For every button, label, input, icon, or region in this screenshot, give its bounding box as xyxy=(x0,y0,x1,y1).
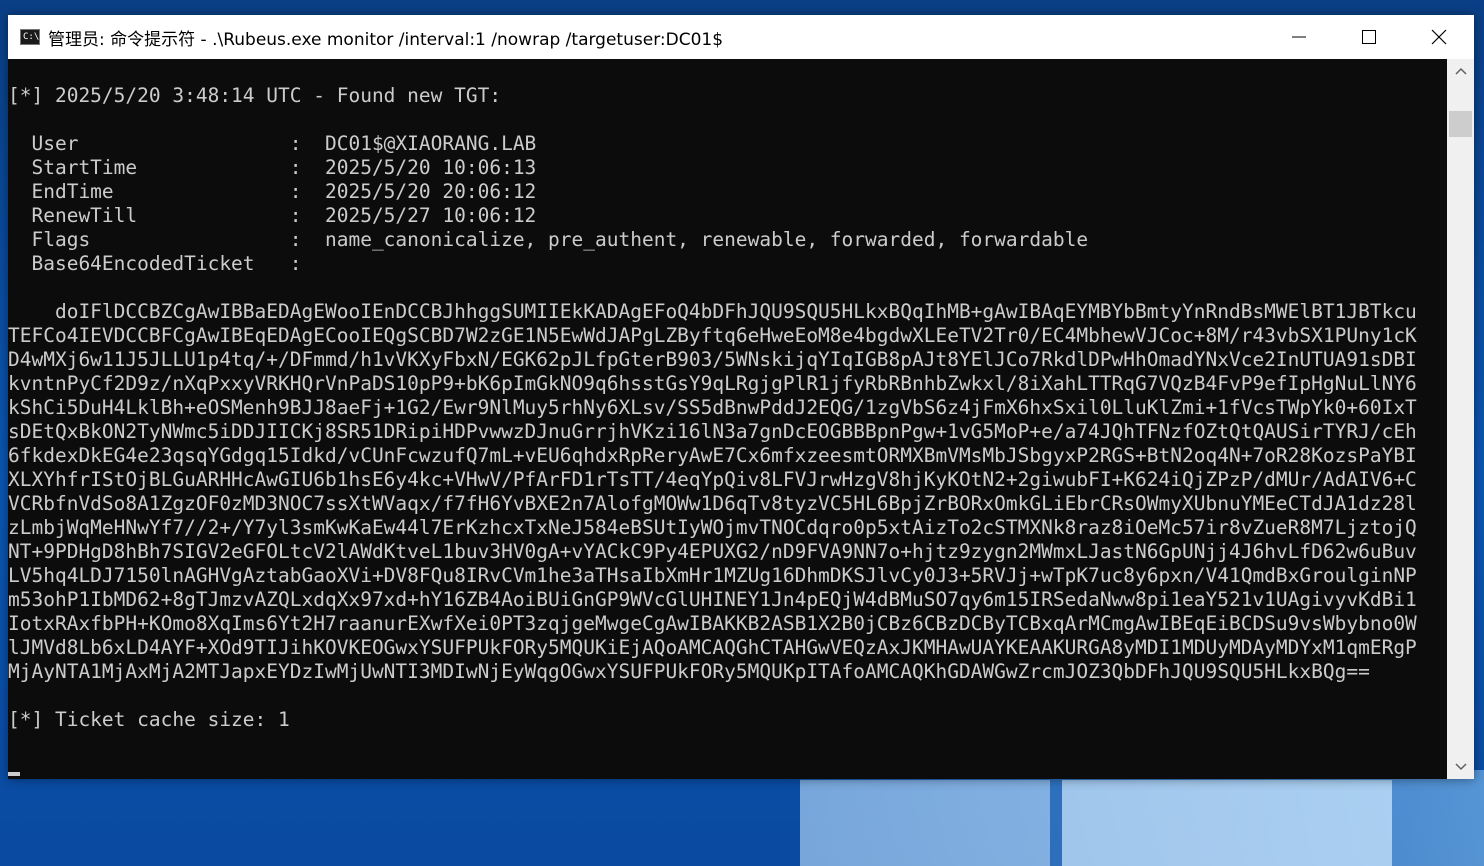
text-cursor xyxy=(8,772,20,776)
maximize-icon xyxy=(1362,30,1376,44)
console-line: MjAyNTA1MjAxMjA2MTJapxEYDzIwMjUwNTI3MDIw… xyxy=(8,660,1370,683)
console-line: LV5hq4LDJ7150lnAGHVgAztabGaoXVi+DV8FQu8I… xyxy=(8,564,1417,587)
scroll-down-button[interactable] xyxy=(1447,757,1474,777)
console-line: Base64EncodedTicket : xyxy=(8,252,302,275)
console-line: IotxRAxfbPH+KOmo8XqIms6Yt2H7raanurEXwfXe… xyxy=(8,612,1417,635)
console-line: StartTime : 2025/5/20 10:06:13 xyxy=(8,156,537,179)
console-output[interactable]: [*] 2025/5/20 3:48:14 UTC - Found new TG… xyxy=(8,59,1447,779)
console-line: EndTime : 2025/5/20 20:06:12 xyxy=(8,180,537,203)
chevron-down-icon xyxy=(1454,763,1467,771)
scroll-up-button[interactable] xyxy=(1447,61,1474,81)
console-line: VCRbfnVdSo8A1ZgzOF0zMD3NOC7ssXtWVaqx/f7f… xyxy=(8,492,1417,515)
close-button[interactable] xyxy=(1404,15,1474,59)
console-line: RenewTill : 2025/5/27 10:06:12 xyxy=(8,204,537,227)
cmd-app-icon[interactable]: C:\ xyxy=(20,29,40,45)
wallpaper-window-logo-pane xyxy=(1062,780,1392,866)
console-line: doIFlDCCBZCgAwIBBaEDAgEWooIEnDCCBJhhggSU… xyxy=(8,300,1417,323)
console-line: kvntnPyCf2D9z/nXqPxxyVRKHQrVnPaDS10pP9+b… xyxy=(8,372,1417,395)
close-icon xyxy=(1431,29,1447,45)
vertical-scrollbar[interactable] xyxy=(1447,59,1474,779)
title-bar[interactable]: C:\ 管理员: 命令提示符 - .\Rubeus.exe monitor /i… xyxy=(8,15,1474,59)
console-line: 6fkdexDkEG4e23qsqYGdgq15Idkd/vCUnFcwzufQ… xyxy=(8,444,1417,467)
console-line: NT+9PDHgD8hBh7SIGV2eGFOLtcV2lAWdKtveL1bu… xyxy=(8,540,1417,563)
minimize-button[interactable] xyxy=(1264,15,1334,59)
scrollbar-thumb[interactable] xyxy=(1449,111,1472,137)
console-line: m53ohP1IbMD62+8gTJmzvAZQLxdqXx97xd+hY16Z… xyxy=(8,588,1417,611)
console-line: D4wMXj6w11J5JLLU1p4tq/+/DFmmd/h1vVKXyFbx… xyxy=(8,348,1417,371)
maximize-button[interactable] xyxy=(1334,15,1404,59)
command-prompt-window[interactable]: C:\ 管理员: 命令提示符 - .\Rubeus.exe monitor /i… xyxy=(8,15,1474,779)
wallpaper-window-logo-pane xyxy=(800,780,1050,866)
minimize-icon xyxy=(1292,36,1306,38)
console-line: Flags : name_canonicalize, pre_authent, … xyxy=(8,228,1089,251)
console-line: [*] Ticket cache size: 1 xyxy=(8,708,290,731)
console-line: sDEtQxBkON2TyNWmc5iDDJIICKj8SR51DRipiHDP… xyxy=(8,420,1417,443)
console-line: User : DC01$@XIAORANG.LAB xyxy=(8,132,537,155)
chevron-up-icon xyxy=(1454,67,1467,75)
console-line: lJMVd8Lb6xLD4AYF+XOd9TIJihKOVKEOGwxYSUFP… xyxy=(8,636,1417,659)
console-line: XLXYhfrIStOjBLGuARHHcAwGIU6b1hsE6y4kc+VH… xyxy=(8,468,1417,491)
window-title: 管理员: 命令提示符 - .\Rubeus.exe monitor /inter… xyxy=(48,29,724,50)
console-line: zLmbjWqMeHNwYf7//2+/Y7yl3smKwKaEw44l7ErK… xyxy=(8,516,1417,539)
console-line: kShCi5DuH4LklBh+eOSMenh9BJJ8aeFj+1G2/Ewr… xyxy=(8,396,1417,419)
console-line: TEFCo4IEVDCCBFCgAwIBEqEDAgECooIEQgSCBD7W… xyxy=(8,324,1417,347)
console-line: [*] 2025/5/20 3:48:14 UTC - Found new TG… xyxy=(8,84,502,107)
